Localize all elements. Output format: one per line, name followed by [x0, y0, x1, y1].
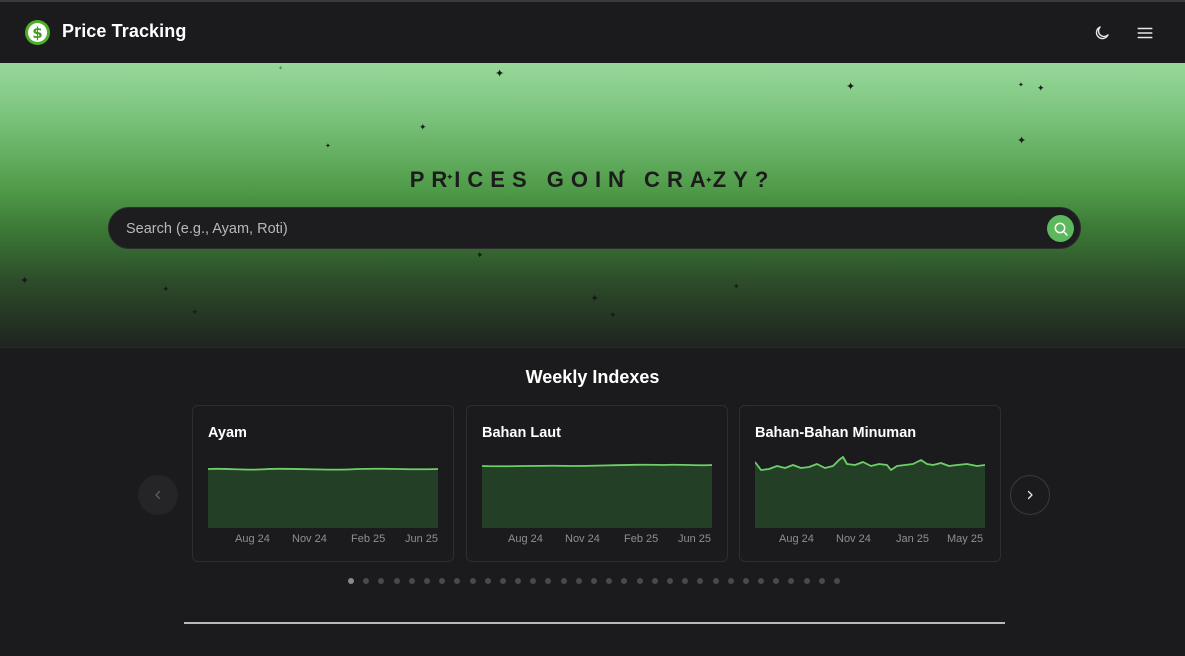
carousel-dot[interactable]: [636, 578, 643, 584]
chevron-left-icon: [155, 490, 161, 500]
carousel-dot[interactable]: [773, 578, 780, 584]
axis-tick: Nov 24: [565, 533, 600, 545]
hero-banner: ✦ ✦ ✦ ✦ ✦ ✦ ✦ ✦ ✦ ✦ ✦ ✦ ✦ ✦ ✦ ✦ ✦ ✦ PRIC…: [0, 63, 1185, 347]
sparkle-icon: ✦: [590, 292, 600, 305]
search-input[interactable]: [126, 219, 1026, 239]
carousel-dot[interactable]: [439, 578, 446, 584]
sparkle-icon: ✦: [419, 123, 427, 133]
carousel-dot[interactable]: [803, 578, 810, 584]
carousel-dot[interactable]: [788, 578, 795, 584]
sparkle-icon: ✦: [846, 80, 856, 93]
carousel-pagination: [348, 578, 840, 584]
hero-divider: [0, 347, 1185, 348]
sparkle-icon: ✦: [733, 282, 740, 291]
carousel-dot[interactable]: [697, 578, 704, 584]
carousel-dot[interactable]: [758, 578, 765, 584]
sparkle-icon: ✦: [20, 274, 30, 287]
footer-divider: [184, 622, 1005, 624]
navbar: $ Price Tracking: [0, 2, 1185, 63]
sparkle-icon: ✦: [162, 285, 170, 295]
carousel-dot[interactable]: [666, 578, 673, 584]
carousel-dot[interactable]: [818, 578, 825, 584]
carousel-prev-button[interactable]: [138, 475, 178, 515]
dollar-logo-icon[interactable]: $: [25, 20, 50, 45]
axis-tick: Aug 24: [779, 533, 814, 545]
logo-glyph: $: [28, 23, 47, 42]
axis-tick: Feb 25: [351, 533, 386, 545]
index-card-bahan-laut[interactable]: Bahan Laut Aug 24 Nov 24 Feb 25 Jun 25: [466, 405, 728, 562]
carousel-dot[interactable]: [469, 578, 476, 584]
carousel-dot[interactable]: [393, 578, 400, 584]
sparkle-icon: ✦: [609, 311, 617, 321]
carousel-dot[interactable]: [454, 578, 461, 584]
carousel-dot[interactable]: [712, 578, 719, 584]
carousel-dot[interactable]: [682, 578, 689, 584]
sparkle-icon: ✦: [278, 65, 284, 72]
sparkle-icon: ✦: [1017, 134, 1027, 147]
sparkle-icon: ✦: [476, 251, 484, 261]
carousel-dot[interactable]: [834, 578, 840, 584]
card-title: Bahan Laut: [482, 425, 561, 441]
sparkline-chart: [208, 467, 438, 528]
carousel-next-button[interactable]: [1010, 475, 1050, 515]
axis-tick: Nov 24: [836, 533, 871, 545]
carousel-dot[interactable]: [363, 578, 370, 584]
axis-tick: Nov 24: [292, 533, 327, 545]
carousel-dot[interactable]: [515, 578, 522, 584]
carousel-dot[interactable]: [651, 578, 658, 584]
hamburger-menu-icon[interactable]: [1136, 24, 1154, 42]
carousel-dot[interactable]: [423, 578, 430, 584]
search-bar: [108, 207, 1081, 249]
axis-tick: May 25: [947, 533, 984, 545]
carousel-dot[interactable]: [378, 578, 385, 584]
sparkle-icon: ✦: [1037, 84, 1045, 94]
carousel-dot[interactable]: [606, 578, 613, 584]
search-icon: [1054, 222, 1068, 236]
axis-tick: Aug 24: [235, 533, 270, 545]
carousel-dot[interactable]: [408, 578, 415, 584]
sparkle-icon: ✦: [495, 67, 505, 80]
carousel-dot[interactable]: [591, 578, 597, 584]
axis-tick: Jun 25: [405, 533, 439, 545]
brand-title[interactable]: Price Tracking: [62, 21, 186, 42]
axis-tick: Aug 24: [508, 533, 543, 545]
axis-tick: Feb 25: [624, 533, 659, 545]
axis-tick: Jun 25: [678, 533, 712, 545]
hero-title: PRICES GOIN CRAZY?: [409, 167, 776, 192]
index-card-ayam[interactable]: Ayam Aug 24 Nov 24 Feb 25 Jun 25: [192, 405, 454, 562]
axis-tick: Jan 25: [896, 533, 930, 545]
carousel-dot[interactable]: [348, 578, 354, 584]
carousel-dot[interactable]: [499, 578, 506, 584]
moon-icon[interactable]: [1093, 24, 1111, 42]
card-title: Ayam: [208, 425, 247, 441]
sparkline-chart: [755, 456, 985, 528]
carousel-dot[interactable]: [484, 578, 491, 584]
chevron-right-icon: [1027, 490, 1033, 500]
card-title: Bahan-Bahan Minuman: [755, 425, 917, 441]
sparkline-chart: [482, 463, 712, 528]
sparkle-icon: ✦: [1018, 81, 1024, 89]
carousel-dot[interactable]: [621, 578, 628, 584]
carousel-dot[interactable]: [560, 578, 567, 584]
carousel-dot[interactable]: [545, 578, 552, 584]
carousel-dot[interactable]: [742, 578, 749, 584]
weekly-indexes-title: Weekly Indexes: [525, 367, 660, 387]
carousel-dot[interactable]: [530, 578, 537, 584]
carousel-dot[interactable]: [575, 578, 582, 584]
carousel-dot[interactable]: [727, 578, 734, 584]
search-button[interactable]: [1047, 215, 1074, 242]
sparkle-icon: ✦: [191, 308, 199, 318]
sparkle-icon: ✦: [325, 142, 331, 150]
index-card-bahan-bahan-minuman[interactable]: Bahan-Bahan Minuman Aug 24 Nov 24 Jan 25…: [739, 405, 1001, 562]
